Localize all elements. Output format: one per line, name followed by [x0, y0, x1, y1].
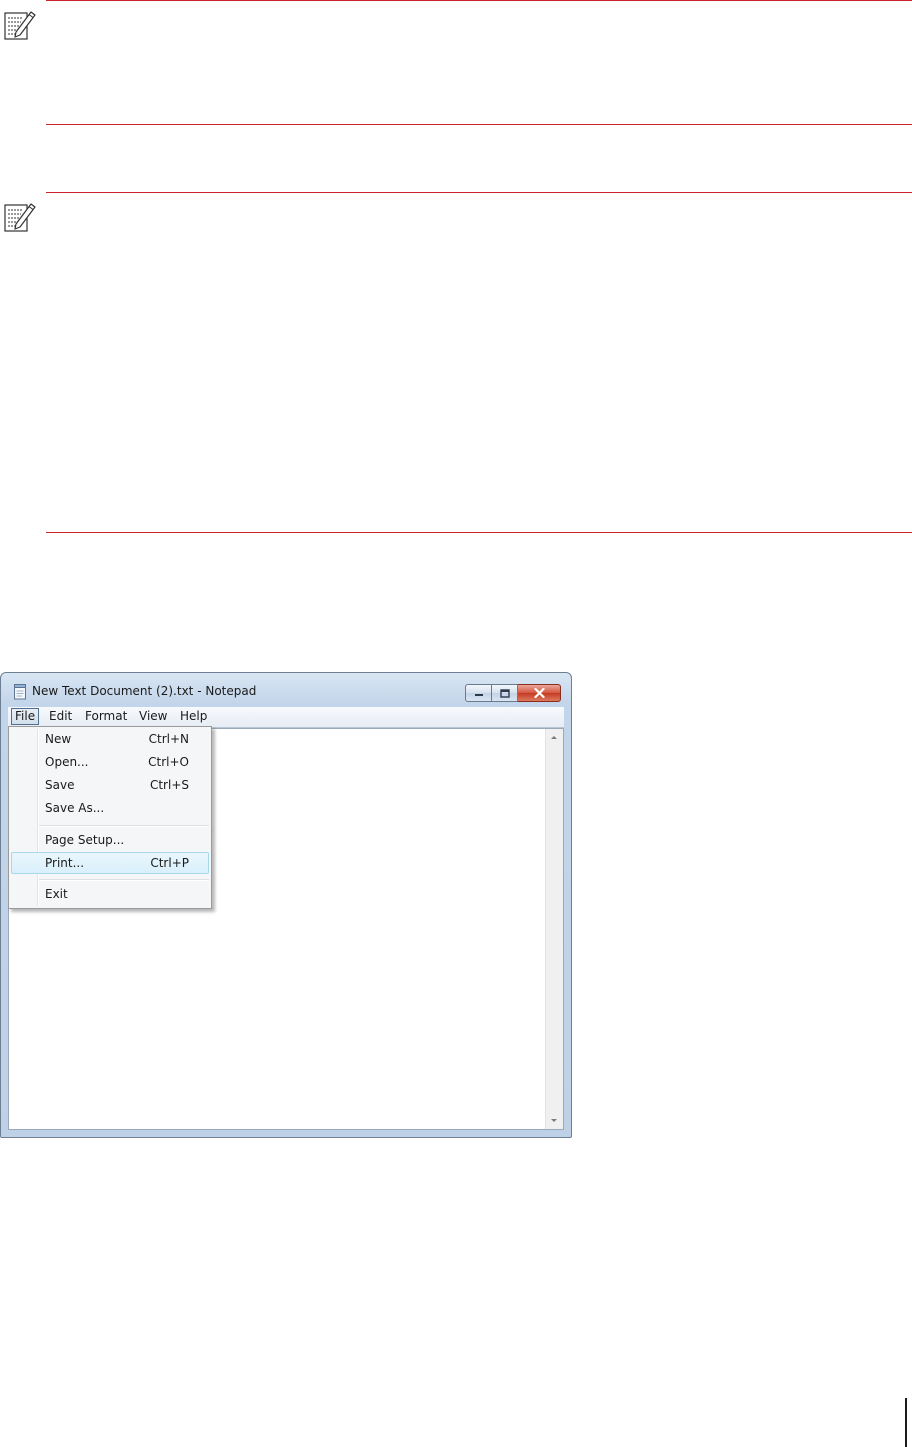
close-icon — [533, 688, 545, 698]
menu-format[interactable]: Format — [81, 708, 131, 725]
page-edge-marker — [905, 1398, 907, 1447]
menu-item-save-as[interactable]: Save As... — [11, 797, 209, 819]
menu-item-label: Open... — [45, 755, 89, 769]
maximize-icon — [499, 688, 510, 698]
minimize-button[interactable] — [465, 684, 492, 702]
menu-item-save[interactable]: Save Ctrl+S — [11, 774, 209, 796]
menu-edit[interactable]: Edit — [45, 708, 76, 725]
note-pencil-icon — [2, 200, 38, 236]
menu-item-shortcut: Ctrl+S — [149, 778, 189, 792]
maximize-button[interactable] — [492, 684, 518, 702]
menu-item-new[interactable]: New Ctrl+N — [11, 728, 209, 750]
caption-buttons — [465, 684, 561, 702]
menu-separator — [39, 879, 209, 881]
menu-item-open[interactable]: Open... Ctrl+O — [11, 751, 209, 773]
menu-item-exit[interactable]: Exit — [11, 883, 209, 905]
window-title: New Text Document (2).txt - Notepad — [32, 684, 257, 698]
note-pencil-icon — [2, 8, 38, 44]
menu-item-label: Print... — [45, 856, 85, 870]
scroll-up-icon[interactable] — [551, 736, 557, 739]
note-bottom-rule-2 — [46, 532, 912, 533]
file-menu-dropdown: New Ctrl+N Open... Ctrl+O Save Ctrl+S Sa… — [8, 726, 212, 909]
menu-file[interactable]: File — [11, 708, 40, 725]
title-bar[interactable]: New Text Document (2).txt - Notepad — [1, 673, 571, 707]
menu-item-page-setup[interactable]: Page Setup... — [11, 829, 209, 851]
vertical-scrollbar[interactable] — [545, 729, 563, 1129]
menu-item-label: New — [45, 732, 72, 746]
menu-help[interactable]: Help — [176, 708, 211, 725]
menu-item-shortcut: Ctrl+N — [148, 732, 189, 746]
scroll-down-icon[interactable] — [551, 1119, 557, 1122]
note-top-rule-2 — [46, 192, 912, 193]
menu-item-label: Page Setup... — [45, 833, 125, 847]
close-button[interactable] — [518, 684, 561, 702]
menu-item-print[interactable]: Print... Ctrl+P — [11, 852, 209, 874]
menu-separator — [39, 825, 209, 827]
menu-item-label: Exit — [45, 887, 68, 901]
minimize-icon — [474, 694, 483, 696]
menu-item-shortcut: Ctrl+P — [150, 856, 189, 870]
menu-item-label: Save — [45, 778, 75, 792]
menu-item-label: Save As... — [45, 801, 105, 815]
notepad-icon — [13, 684, 27, 700]
menu-bar: File Edit Format View Help — [8, 707, 564, 728]
note-top-rule-1 — [46, 0, 912, 1]
menu-view[interactable]: View — [135, 708, 171, 725]
note-bottom-rule-1 — [46, 124, 912, 125]
menu-item-shortcut: Ctrl+O — [148, 755, 189, 769]
